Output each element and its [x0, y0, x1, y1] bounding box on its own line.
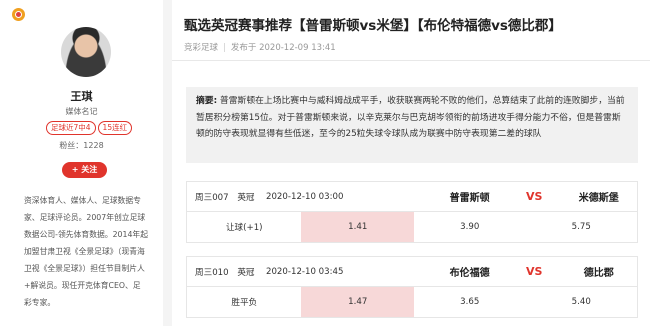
author-tags: 足球近7中4 15连红 [46, 121, 133, 135]
match-header: 周三007 英冠 2020-12-10 03:00 普雷斯顿 VS 米德斯堡 [187, 182, 637, 212]
match-number: 周三007 [195, 192, 229, 203]
author-title: 媒体名记 [65, 107, 98, 116]
article-source[interactable]: 竞彩足球 [184, 43, 218, 53]
home-team: 布伦福德 [449, 268, 490, 279]
league-name: 英冠 [237, 267, 255, 278]
match-time: 2020-12-10 03:45 [266, 266, 344, 277]
bet-type-label: 让球(+1) [225, 223, 263, 233]
author-bio: 资深体育人、媒体人、足球数据专家、足球评论员。2007年创立足球数据公司-领先体… [24, 196, 149, 307]
follow-button[interactable]: + 关注 [62, 162, 107, 178]
odds-row: 让球(+1) 1.41 3.90 5.75 [187, 212, 637, 242]
vs-label: VS [525, 190, 543, 203]
article-title: 甄选英冠赛事推荐【普雷斯顿vs米堡】【布伦特福德vs德比郡】 [184, 18, 562, 34]
author-sidebar: 王琪 媒体名记 足球近7中4 15连红 粉丝：1228 + 关注 资深体育人、媒… [0, 0, 163, 326]
match-card: 周三007 英冠 2020-12-10 03:00 普雷斯顿 VS 米德斯堡 让… [186, 181, 638, 243]
summary-text: 普雷斯顿在上场比赛中与威科姆战成平手，收获联赛两轮不败的他们，总算结束了此前的连… [196, 96, 625, 139]
divider [172, 60, 650, 61]
match-number: 周三010 [195, 267, 229, 278]
odds-away: 5.75 [571, 222, 591, 232]
site-logo-icon[interactable] [12, 8, 25, 21]
record-badge: 足球近7中4 [46, 121, 96, 135]
match-header: 周三010 英冠 2020-12-10 03:45 布伦福德 VS 德比郡 [187, 257, 637, 287]
league-name: 英冠 [237, 192, 255, 203]
away-team: 米德斯堡 [578, 193, 619, 204]
match-time: 2020-12-10 03:00 [266, 191, 344, 202]
article-main: 甄选英冠赛事推荐【普雷斯顿vs米堡】【布伦特福德vs德比郡】 竞彩足球 | 发布于 … [172, 0, 650, 326]
publish-time: 发布于 2020-12-09 13:41 [230, 43, 336, 53]
author-avatar[interactable] [61, 27, 111, 77]
summary-label: 摘要: [196, 96, 218, 106]
odds-away: 5.40 [571, 297, 591, 307]
away-team: 德比郡 [583, 268, 614, 279]
odds-home-recommended: 1.41 [301, 212, 414, 242]
article-summary: 摘要: 普雷斯顿在上场比赛中与威科姆战成平手，收获联赛两轮不败的他们，总算结束了… [186, 87, 638, 163]
fans-count: 粉丝：1228 [59, 141, 104, 150]
odds-home-recommended: 1.47 [301, 287, 414, 317]
home-team: 普雷斯顿 [449, 193, 490, 204]
author-name[interactable]: 王琪 [0, 88, 163, 104]
match-card: 周三010 英冠 2020-12-10 03:45 布伦福德 VS 德比郡 胜平… [186, 256, 638, 318]
vs-label: VS [525, 265, 543, 278]
bet-type-label: 胜平负 [231, 298, 258, 308]
article-meta: 竞彩足球 | 发布于 2020-12-09 13:41 [184, 41, 336, 53]
meta-divider: | [223, 43, 226, 53]
odds-draw: 3.65 [460, 297, 480, 307]
odds-row: 胜平负 1.47 3.65 5.40 [187, 287, 637, 317]
odds-draw: 3.90 [460, 222, 480, 232]
streak-badge: 15连红 [97, 121, 133, 135]
